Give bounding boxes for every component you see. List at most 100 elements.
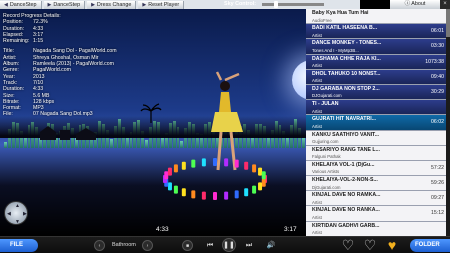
playlist-item[interactable]: DASHAMA CHHE RAJA KI... Artist 1073:38 xyxy=(306,54,446,70)
playlist-item[interactable]: Baby Kya Hua Tum Hai AudioFree xyxy=(306,9,446,25)
ring-light xyxy=(244,188,249,197)
ring-light xyxy=(201,191,206,200)
playlist-scroll-thumb[interactable] xyxy=(446,9,450,37)
playlist-item[interactable]: KESARIYO RANG TANE L... Falguni Pathak xyxy=(306,145,446,161)
spectrum-bar xyxy=(251,136,254,148)
next-track-button[interactable]: ⏭ xyxy=(244,240,254,251)
sky-control-slider[interactable] xyxy=(262,1,324,8)
file-button[interactable]: FILE xyxy=(0,239,38,252)
playlist-item-duration: 06:01 xyxy=(431,28,444,35)
playlist-item[interactable]: DJ GARABA NON STOP 2... DJGujarati.com 30:… xyxy=(306,84,446,101)
ring-light xyxy=(244,161,249,170)
playlist-item-duration: 30:29 xyxy=(431,88,444,95)
playlist-item[interactable]: KIRTIDAN GADHVI GARB... Artist xyxy=(306,221,446,236)
prev-track-button[interactable]: ⏮ xyxy=(205,240,215,251)
heart-outline-icon[interactable]: ♡ xyxy=(340,238,356,253)
playlist-item[interactable]: KHELAIYA-VOL-2-NON-S... DjGujarati.com 59:… xyxy=(306,176,446,192)
preset-next-button[interactable]: › xyxy=(142,240,153,251)
playlist-item-artist: DJGujarati.com xyxy=(312,93,342,99)
playlist-item-title: KANKU SAATHIYO VANIT... xyxy=(312,131,379,138)
playlist-item[interactable]: KINJAL DAVE NO RAMKA... Artist 09:27 xyxy=(306,191,446,207)
playlist-item-artist: Tones And I - MyMp3B... xyxy=(312,47,359,53)
sky-control-knob[interactable] xyxy=(274,1,278,8)
playlist-item[interactable]: KHELAIYA VOL-1 (DjGu... Various Artists 57… xyxy=(306,160,446,177)
ring-light xyxy=(258,167,263,176)
spectrum-bar xyxy=(4,142,7,148)
ring-light xyxy=(181,161,186,170)
playlist-item-artist: Gujjuring.com xyxy=(312,139,339,144)
playlist-item[interactable]: DHOL TAHUKO 10 NONST... Artist 09:40 xyxy=(306,69,446,85)
playlist-item[interactable]: KINJAL DAVE NO RANKA... Artist 15:12 xyxy=(306,206,446,222)
about-button[interactable]: ⓘ About xyxy=(390,0,440,9)
folder-button[interactable]: FOLDER xyxy=(410,239,450,252)
ring-light xyxy=(234,190,239,199)
ring-light xyxy=(252,185,257,194)
time-elapsed: 4:33 xyxy=(156,226,169,233)
ring-light xyxy=(213,192,217,200)
preset-prev-button[interactable]: ‹ xyxy=(94,240,105,251)
playlist-item-title: KINJAL DAVE NO RANKA... xyxy=(312,207,380,214)
camera-navigation-pad[interactable]: ▲ ▼ ◀ ▶ xyxy=(4,201,28,225)
playlist-item[interactable]: GUJRATI HIT NAVRATRI... Artist 06:02 xyxy=(306,115,446,131)
ring-light xyxy=(261,178,266,187)
nav-left-icon[interactable]: ◀ xyxy=(7,211,11,217)
close-button[interactable]: × xyxy=(440,0,450,9)
dancestep-prev-button[interactable]: ◀ DanceStep xyxy=(0,0,42,9)
playlist-scrollbar[interactable] xyxy=(446,9,450,236)
reset-player-button[interactable]: ▶ Reset Player xyxy=(138,0,185,9)
playlist-item-title: DANCE MONKEY - TONES... xyxy=(312,40,382,47)
playlist-item-duration: 03:30 xyxy=(431,43,444,50)
playlist-item-title: DJ GARABA NON STOP 2... xyxy=(312,85,380,92)
light-ring xyxy=(163,158,267,200)
playlist-item-duration: 1073:38 xyxy=(425,58,444,65)
ring-light xyxy=(201,158,206,167)
ring-light xyxy=(191,190,196,199)
reset-player-label: Reset Player xyxy=(148,1,180,8)
stop-button[interactable]: ■ xyxy=(182,240,193,251)
playlist-item[interactable]: TI - JULAN Artist xyxy=(306,100,446,116)
spectrum-bar xyxy=(109,138,113,148)
playlist-item[interactable]: KANKU SAATHIYO VANIT... Gujjuring.com xyxy=(306,130,446,146)
playlist-item-duration: 09:40 xyxy=(431,73,444,80)
ring-light xyxy=(167,182,172,191)
time-total: 3:17 xyxy=(284,226,297,233)
playlist-item[interactable]: DANCE MONKEY - TONES... Tones And I - MyM… xyxy=(306,39,446,55)
heart-outline-icon-2[interactable]: ♡ xyxy=(362,238,378,253)
spectrum-bar xyxy=(160,137,164,148)
spectrum-bar xyxy=(145,139,149,148)
playlist-item-title: Baby Kya Hua Tum Hai xyxy=(312,10,369,16)
playlist-item-title: KINJAL DAVE NO RAMKA... xyxy=(312,192,381,199)
file-label: File: xyxy=(3,111,13,118)
remaining-label: Remaining: xyxy=(3,38,30,45)
house-silhouette xyxy=(40,126,96,140)
pause-button[interactable]: ❚❚ xyxy=(222,238,236,252)
playlist-item-title: KHELAIYA VOL-1 (DjGu... xyxy=(312,161,375,168)
playlist[interactable]: Baby Kya Hua Tum Hai AudioFree BADI KATIL … xyxy=(306,9,446,236)
nav-down-icon[interactable]: ▼ xyxy=(15,219,20,225)
playlist-item-artist: DjGujarati.com xyxy=(312,184,341,190)
playlist-item-title: KIRTIDAN GADHVI GARB... xyxy=(312,222,380,229)
playlist-item-artist: Various Artists xyxy=(312,169,340,175)
playlist-item-title: DASHAMA CHHE RAJA KI... xyxy=(312,55,381,62)
volume-button[interactable]: 🔊 xyxy=(266,240,276,251)
play-right-icon: ▶ xyxy=(47,1,52,8)
ring-light xyxy=(173,164,178,173)
playlist-item-duration: 06:02 xyxy=(431,119,444,126)
dress-change-button[interactable]: ▶ Dress Change xyxy=(87,0,137,9)
playlist-item-artist: Falguni Pathak xyxy=(312,154,341,160)
nav-right-icon[interactable]: ▶ xyxy=(23,211,27,217)
playlist-item-duration: 15:12 xyxy=(431,210,444,217)
ring-light xyxy=(224,191,229,200)
playlist-item-artist: Artist xyxy=(312,108,322,114)
playlist-item-title: KESARIYO RANG TANE L... xyxy=(312,146,380,153)
nav-up-icon[interactable]: ▲ xyxy=(15,203,20,209)
play-left-icon: ◀ xyxy=(4,1,8,8)
heart-filled-icon[interactable]: ♥ xyxy=(384,238,400,253)
ring-light xyxy=(167,167,172,176)
playlist-item-title: TI - JULAN xyxy=(312,101,339,108)
ring-light xyxy=(164,171,169,180)
playlist-item-duration: 57:22 xyxy=(431,164,444,171)
dancestep-next-button[interactable]: ▶ DanceStep xyxy=(43,0,86,9)
playlist-item[interactable]: BADI KATIL HASEENA B... Artist 06:01 xyxy=(306,24,446,40)
playlist-item-artist: Artist xyxy=(312,230,322,236)
